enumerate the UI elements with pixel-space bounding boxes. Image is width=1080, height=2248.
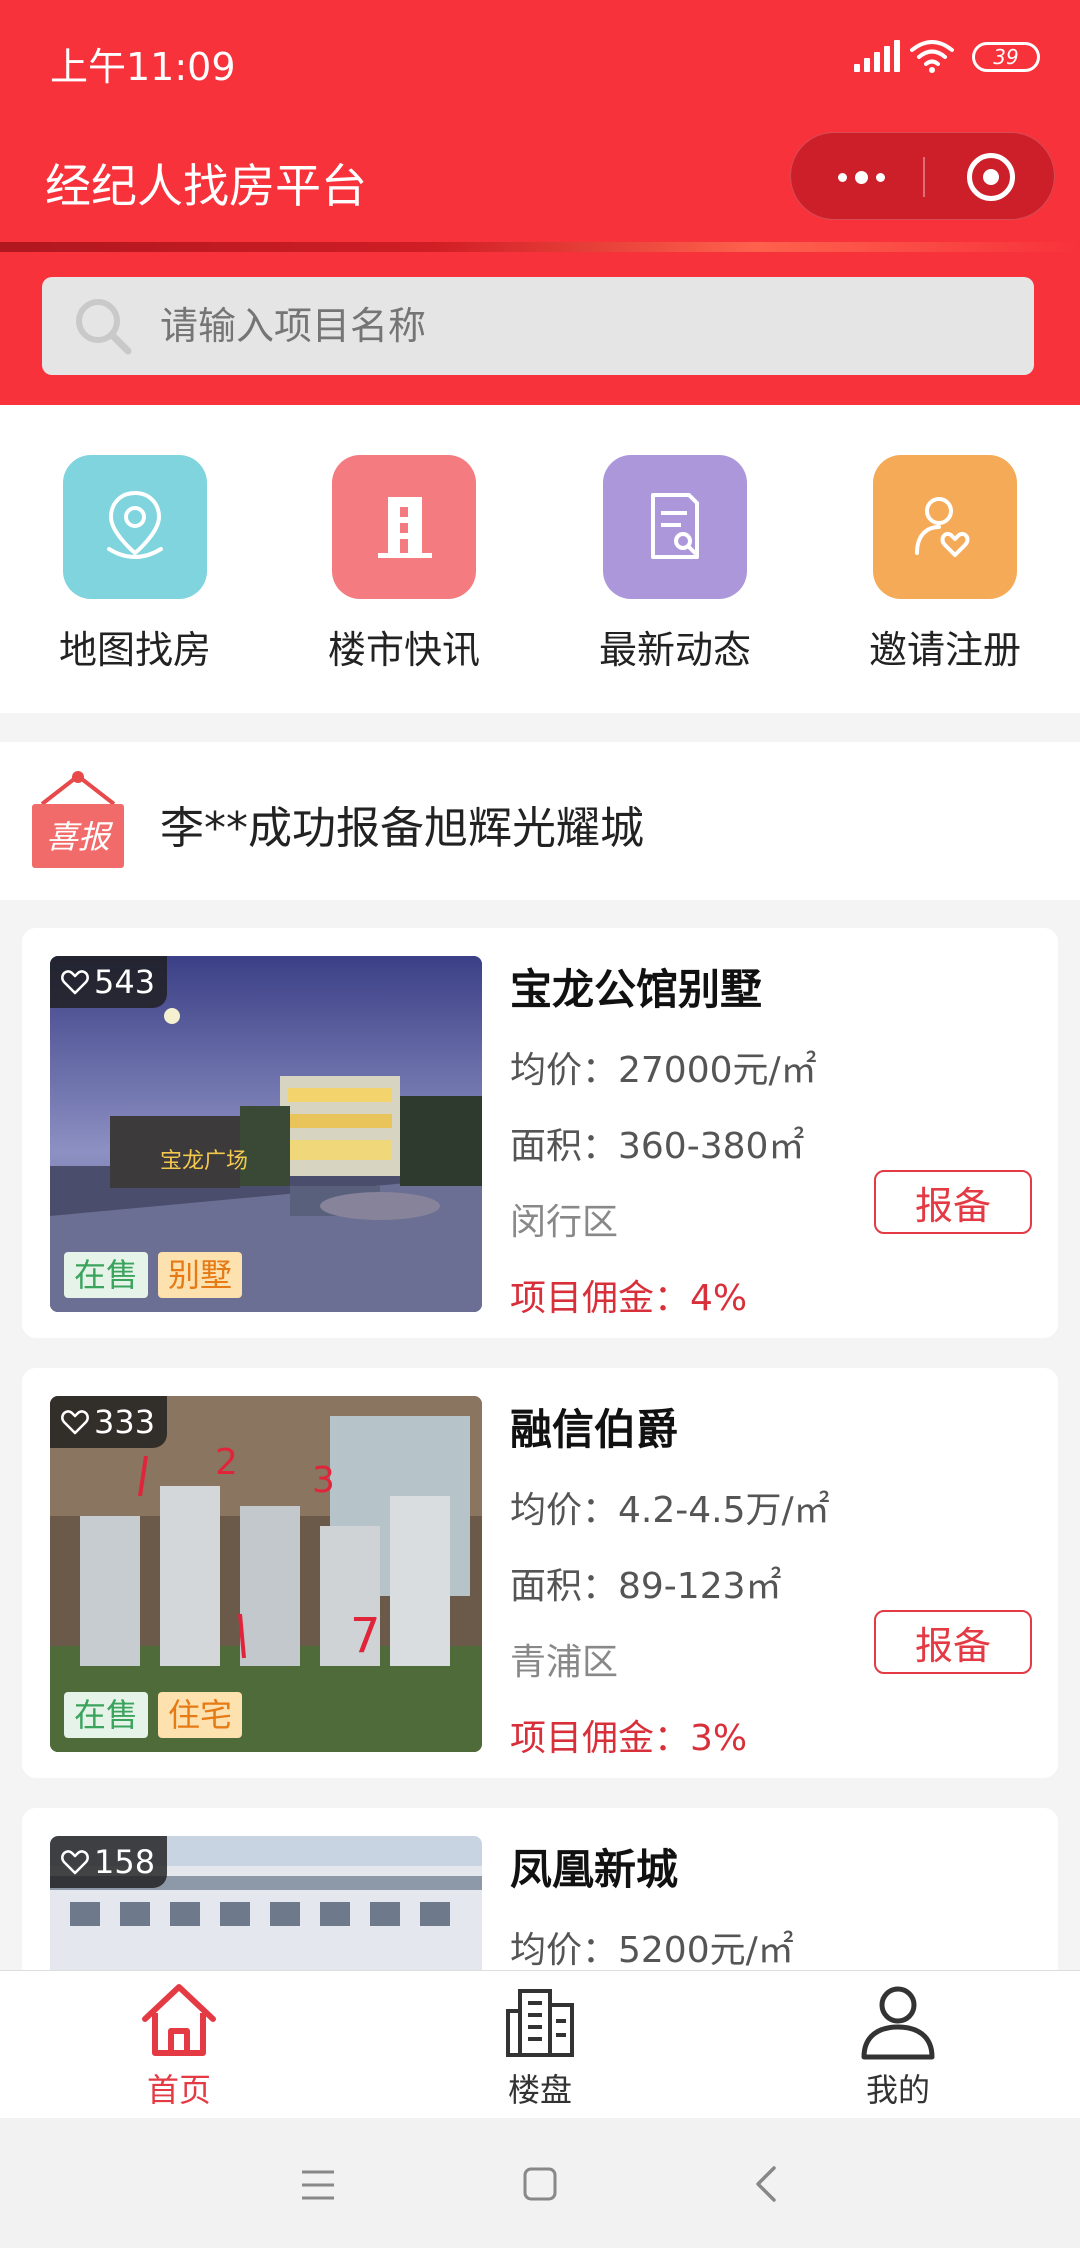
announcement-text: 李**成功报备旭辉光耀城 (160, 803, 644, 854)
capsule-divider (923, 157, 925, 197)
building-icon (378, 497, 432, 558)
svg-text:喜报: 喜报 (46, 818, 114, 856)
signal-icon (854, 40, 900, 72)
quick-action-label: 地图找房 (58, 628, 211, 672)
mini-program-capsule (790, 132, 1055, 220)
likes-count: 543 (94, 963, 156, 1001)
map-tile (63, 455, 207, 599)
xibao-badge-icon: 喜报 (32, 771, 124, 868)
listing-info: 融信伯爵 均价：4.2-4.5万/㎡ 面积：89-123㎡ 青浦区 项目佣金：3… (510, 1396, 1040, 1761)
system-nav-bar (0, 2118, 1080, 2248)
svg-text:3: 3 (312, 1460, 335, 1501)
header: 上午11:09 39 经纪人找房平台 (0, 0, 1080, 405)
listing-image: 宝龙广场 543 在售 别墅 (50, 956, 482, 1312)
listing-area: 面积：360-380㎡ (510, 1126, 805, 1167)
quick-action-updates[interactable]: 最新动态 (575, 455, 775, 674)
report-button[interactable]: 报备 (874, 1170, 1032, 1234)
listing-name: 凤凰新城 (510, 1845, 679, 1894)
header-accent-line (0, 242, 1080, 252)
quick-action-invite[interactable]: 邀请注册 (845, 455, 1045, 674)
listing-image: 2 3 7 333 在售 住宅 (50, 1396, 482, 1752)
tab-home[interactable]: 首页 (79, 1981, 279, 2111)
listing-tags: 在售 住宅 (64, 1692, 243, 1738)
updates-tile (603, 455, 747, 599)
profile-icon (861, 1986, 935, 2060)
svg-text:宝龙广场: 宝龙广场 (160, 1149, 248, 1174)
listing-info: 宝龙公馆别墅 均价：27000元/㎡ 面积：360-380㎡ 闵行区 项目佣金：… (510, 956, 1040, 1321)
listing-name: 宝龙公馆别墅 (510, 965, 763, 1014)
home-button-icon[interactable] (522, 2166, 558, 2202)
tab-buildings[interactable]: 楼盘 (440, 1981, 640, 2111)
announcement-bar[interactable]: 喜报 李**成功报备旭辉光耀城 (0, 742, 1080, 900)
navbar: 经纪人找房平台 (0, 118, 1080, 246)
listing-card[interactable]: 2 3 7 333 在售 住宅 融信伯爵 均价：4.2-4.5万/㎡ 面积：89… (22, 1368, 1058, 1778)
type-tag: 住宅 (158, 1692, 243, 1738)
listing-tags: 在售 别墅 (64, 1252, 243, 1298)
back-icon[interactable] (752, 2164, 780, 2204)
search-bar[interactable] (42, 277, 1034, 375)
listing-price: 均价：4.2-4.5万/㎡ (510, 1490, 830, 1531)
news-tile (332, 455, 476, 599)
wifi-icon (910, 40, 954, 73)
svg-text:2: 2 (215, 1442, 238, 1483)
tab-label: 首页 (146, 2071, 211, 2109)
listing-price: 均价：27000元/㎡ (510, 1050, 817, 1091)
likes-badge: 158 (50, 1836, 168, 1888)
close-target-icon[interactable] (967, 153, 1015, 201)
likes-count: 333 (94, 1403, 156, 1441)
invite-tile (873, 455, 1017, 599)
search-icon (76, 299, 132, 355)
listing-commission: 项目佣金：3% (510, 1718, 748, 1759)
quick-actions: 地图找房 楼市快讯 最新动态 邀请注册 (0, 405, 1080, 713)
app-screen: 上午11:09 39 经纪人找房平台 请输入项目名称 地图找房 楼市快讯 最新动… (0, 0, 1080, 2248)
quick-action-news[interactable]: 楼市快讯 (304, 455, 504, 674)
quick-action-label: 楼市快讯 (327, 628, 480, 672)
menu-icon[interactable] (300, 2168, 336, 2202)
likes-badge: 333 (50, 1396, 168, 1448)
type-tag: 别墅 (158, 1252, 243, 1298)
listing-name: 融信伯爵 (510, 1405, 679, 1454)
listing-card[interactable]: 宝龙广场 543 在售 别墅 宝龙公馆别墅 均价：27000元/㎡ 面积：360… (22, 928, 1058, 1338)
likes-badge: 543 (50, 956, 168, 1008)
user-heart-icon (915, 497, 970, 557)
status-bar: 上午11:09 39 (0, 0, 1080, 118)
listing-info: 凤凰新城 均价：5200元/㎡ (510, 1836, 1040, 1973)
heart-icon (61, 1850, 89, 1875)
listing-commission: 项目佣金：4% (510, 1278, 748, 1319)
status-tag: 在售 (64, 1692, 149, 1738)
search-input[interactable] (160, 277, 1000, 375)
home-icon (142, 1984, 216, 2056)
heart-icon (61, 1410, 89, 1435)
likes-count: 158 (94, 1843, 156, 1881)
report-button[interactable]: 报备 (874, 1610, 1032, 1674)
battery-indicator: 39 (972, 42, 1040, 72)
bottom-tab-bar: 首页 楼盘 我的 (0, 1970, 1080, 2118)
tab-profile[interactable]: 我的 (798, 1981, 998, 2111)
status-time: 上午11:09 (50, 45, 236, 89)
listing-price: 均价：5200元/㎡ (510, 1930, 794, 1971)
page-title: 经纪人找房平台 (45, 159, 367, 213)
svg-text:7: 7 (350, 1608, 381, 1664)
tab-label: 我的 (865, 2071, 930, 2109)
status-tag: 在售 (64, 1252, 149, 1298)
map-pin-icon (107, 490, 163, 559)
document-search-icon (651, 493, 699, 559)
quick-action-map[interactable]: 地图找房 (35, 455, 235, 674)
buildings-icon (506, 1989, 574, 2057)
listing-area: 面积：89-123㎡ (510, 1566, 782, 1607)
heart-icon (61, 970, 89, 995)
quick-action-label: 邀请注册 (868, 628, 1021, 672)
quick-action-label: 最新动态 (598, 628, 751, 672)
more-icon[interactable] (831, 153, 891, 201)
tab-label: 楼盘 (507, 2071, 572, 2109)
